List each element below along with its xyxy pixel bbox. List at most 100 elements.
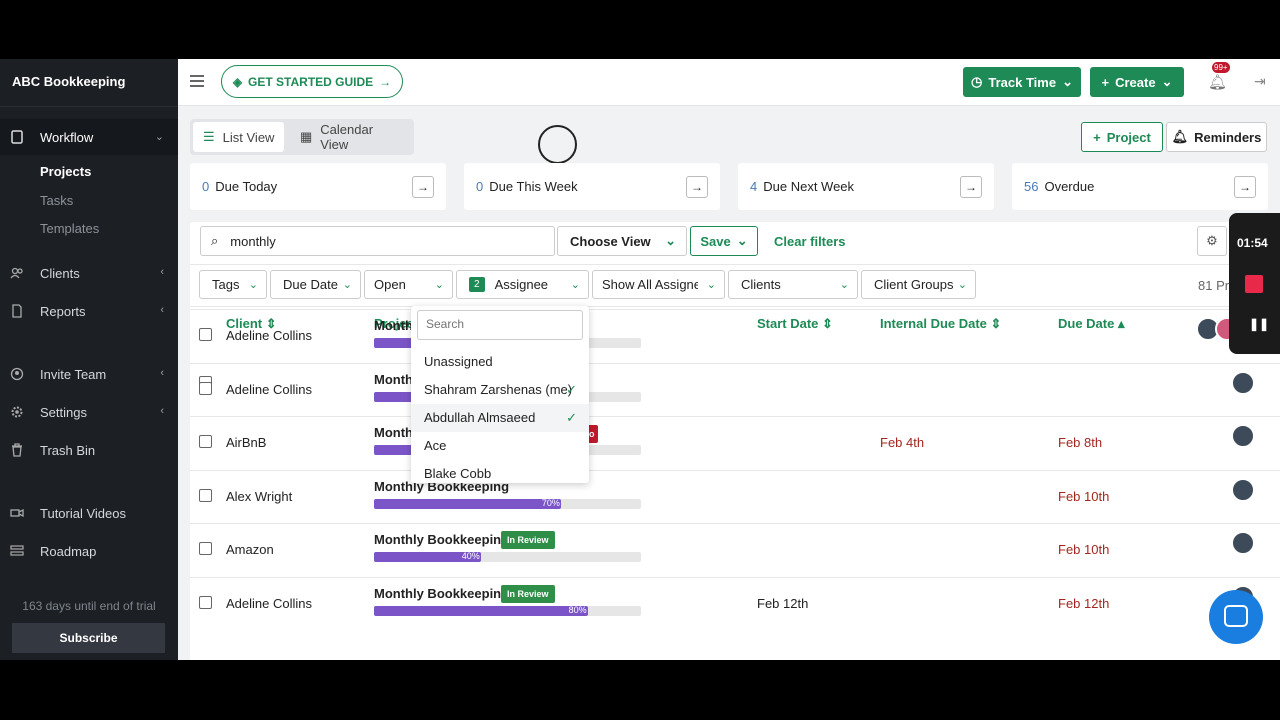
plus-icon: + [1101, 74, 1110, 90]
search-input[interactable]: ⌕ monthly [200, 226, 555, 256]
card-due-next-week[interactable]: 4 Due Next Week → [738, 163, 994, 210]
graduation-cap-icon: ◈ [232, 74, 243, 89]
clear-filters-link[interactable]: Clear filters [774, 234, 846, 249]
cursor-highlight [538, 125, 577, 164]
tab-label: Calendar View [320, 122, 374, 152]
option-label: Shahram Zarshenas (me) [424, 382, 573, 397]
filter-clients[interactable]: Clients ⌄ [728, 270, 858, 299]
sidebar-sub-tasks[interactable]: Tasks [40, 193, 73, 208]
sidebar-item-settings[interactable]: Settings ‹ [0, 394, 178, 430]
chevron-down-icon: ⌄ [434, 279, 444, 291]
track-time-button[interactable]: ◷ Track Time ⌄ [963, 67, 1081, 97]
guide-label: GET STARTED GUIDE [248, 74, 374, 89]
column-due-date[interactable]: Due Date ▴ [1058, 316, 1125, 332]
project-name[interactable]: Monthly Bookkeeping [374, 532, 509, 547]
sidebar-item-trash[interactable]: Trash Bin [0, 432, 178, 468]
arrow-right-icon[interactable]: → [412, 176, 434, 198]
add-project-button[interactable]: + Project [1081, 122, 1163, 152]
filter-label: Open [374, 277, 406, 292]
column-internal-due-date[interactable]: Internal Due Date ⇕ [880, 316, 1001, 332]
card-overdue[interactable]: 56 Overdue → [1012, 163, 1268, 210]
subscribe-button[interactable]: Subscribe [12, 623, 165, 653]
row-checkbox[interactable] [199, 382, 212, 395]
row-checkbox[interactable] [199, 542, 212, 555]
client-name[interactable]: Amazon [226, 542, 274, 557]
client-name[interactable]: Adeline Collins [226, 382, 312, 397]
get-started-guide-button[interactable]: ◈ GET STARTED GUIDE → [221, 65, 403, 98]
sidebar-item-workflow[interactable]: Workflow ⌄ [0, 119, 178, 155]
reminders-button[interactable]: 🔔︎ Reminders [1166, 122, 1267, 152]
dropdown-search-field[interactable] [417, 310, 583, 340]
client-name[interactable]: Adeline Collins [226, 596, 312, 611]
sidebar-item-tutorial-videos[interactable]: Tutorial Videos [0, 495, 178, 531]
row-divider [190, 363, 1280, 364]
dropdown-option[interactable]: Blake Cobb [411, 460, 589, 482]
project-name[interactable]: Monthly Bookkeeping [374, 586, 509, 601]
dropdown-option[interactable]: Unassigned [411, 348, 589, 376]
card-count: 0 [476, 179, 484, 194]
status-badge: In Review [501, 585, 555, 603]
start-date: Feb 12th [757, 596, 809, 611]
dropdown-option[interactable]: Abdullah Almsaeed ✓ [411, 404, 589, 432]
client-name[interactable]: Adeline Collins [226, 328, 312, 343]
card-due-today[interactable]: 0 Due Today → [190, 163, 446, 210]
chevron-left-icon: ‹ [160, 405, 164, 417]
sidebar-item-invite-team[interactable]: Invite Team ‹ [0, 356, 178, 392]
choose-view-select[interactable]: Choose View ⌄ [557, 226, 687, 256]
column-label: Start Date [757, 316, 819, 331]
tab-calendar-view[interactable]: ▦ Calendar View [290, 122, 414, 152]
client-name[interactable]: AirBnB [226, 435, 266, 450]
filter-show-all-assignees[interactable]: Show All Assignees ⌄ [592, 270, 725, 299]
filter-tags[interactable]: Tags ⌄ [199, 270, 267, 299]
arrow-right-icon[interactable]: → [960, 176, 982, 198]
row-checkbox[interactable] [199, 328, 212, 341]
column-start-date[interactable]: Start Date ⇕ [757, 316, 833, 332]
filter-due-date[interactable]: Due Date ⌄ [270, 270, 361, 299]
menu-icon[interactable] [190, 75, 204, 90]
gear-icon[interactable]: ⚙ [1197, 226, 1227, 256]
client-name[interactable]: Alex Wright [226, 489, 292, 504]
filter-client-groups[interactable]: Client Groups ⌄ [861, 270, 976, 299]
row-checkbox[interactable] [199, 435, 212, 448]
sidebar-item-roadmap[interactable]: Roadmap [0, 533, 178, 569]
pause-icon[interactable]: ❚❚ [1249, 317, 1269, 331]
tab-list-view[interactable]: ☰ List View [193, 122, 285, 152]
chevron-left-icon: ‹ [160, 304, 164, 316]
stop-icon[interactable] [1245, 275, 1263, 293]
save-button[interactable]: Save ⌄ [690, 226, 758, 256]
sort-icon: ⇕ [822, 316, 833, 331]
search-value: monthly [230, 233, 276, 249]
card-due-this-week[interactable]: 0 Due This Week → [464, 163, 720, 210]
row-checkbox[interactable] [199, 489, 212, 502]
dropdown-option[interactable]: Shahram Zarshenas (me) ✓ [411, 376, 589, 404]
dropdown-option[interactable]: Ace [411, 432, 589, 460]
brand-name: ABC Bookkeeping [0, 59, 178, 107]
team-icon [10, 367, 24, 381]
dropdown-search-input[interactable] [426, 311, 576, 337]
filter-assignee[interactable]: 2 Assignee ⌄ [456, 270, 589, 299]
arrow-right-icon[interactable]: → [1234, 176, 1256, 198]
sidebar-item-reports[interactable]: Reports ‹ [0, 293, 178, 329]
avatar[interactable] [1231, 424, 1255, 448]
chat-button[interactable] [1209, 590, 1263, 644]
filter-status[interactable]: Open ⌄ [364, 270, 453, 299]
arrow-right-icon[interactable]: → [686, 176, 708, 198]
create-button[interactable]: + Create ⌄ [1090, 67, 1184, 97]
logout-icon[interactable]: ⇥ [1254, 73, 1266, 90]
bell-icon[interactable]: 🔔︎ [1208, 73, 1227, 91]
row-checkbox[interactable] [199, 596, 212, 609]
progress-label: 70% [541, 498, 560, 508]
sidebar-sub-templates[interactable]: Templates [40, 221, 99, 236]
sidebar-sub-projects[interactable]: Projects [40, 164, 91, 179]
card-label: Due This Week [489, 179, 578, 194]
chevron-down-icon: ⌄ [736, 233, 748, 248]
avatar[interactable] [1231, 478, 1255, 502]
chevron-down-icon: ⌄ [154, 131, 164, 143]
avatar[interactable] [1231, 531, 1255, 555]
sort-asc-icon: ▴ [1117, 316, 1125, 331]
progress-bar: 80% [374, 605, 641, 616]
search-icon: ⌕ [211, 233, 219, 248]
sidebar-item-clients[interactable]: Clients ‹ [0, 255, 178, 291]
filter-label: Show All Assignees [602, 277, 698, 292]
avatar[interactable] [1231, 371, 1255, 395]
